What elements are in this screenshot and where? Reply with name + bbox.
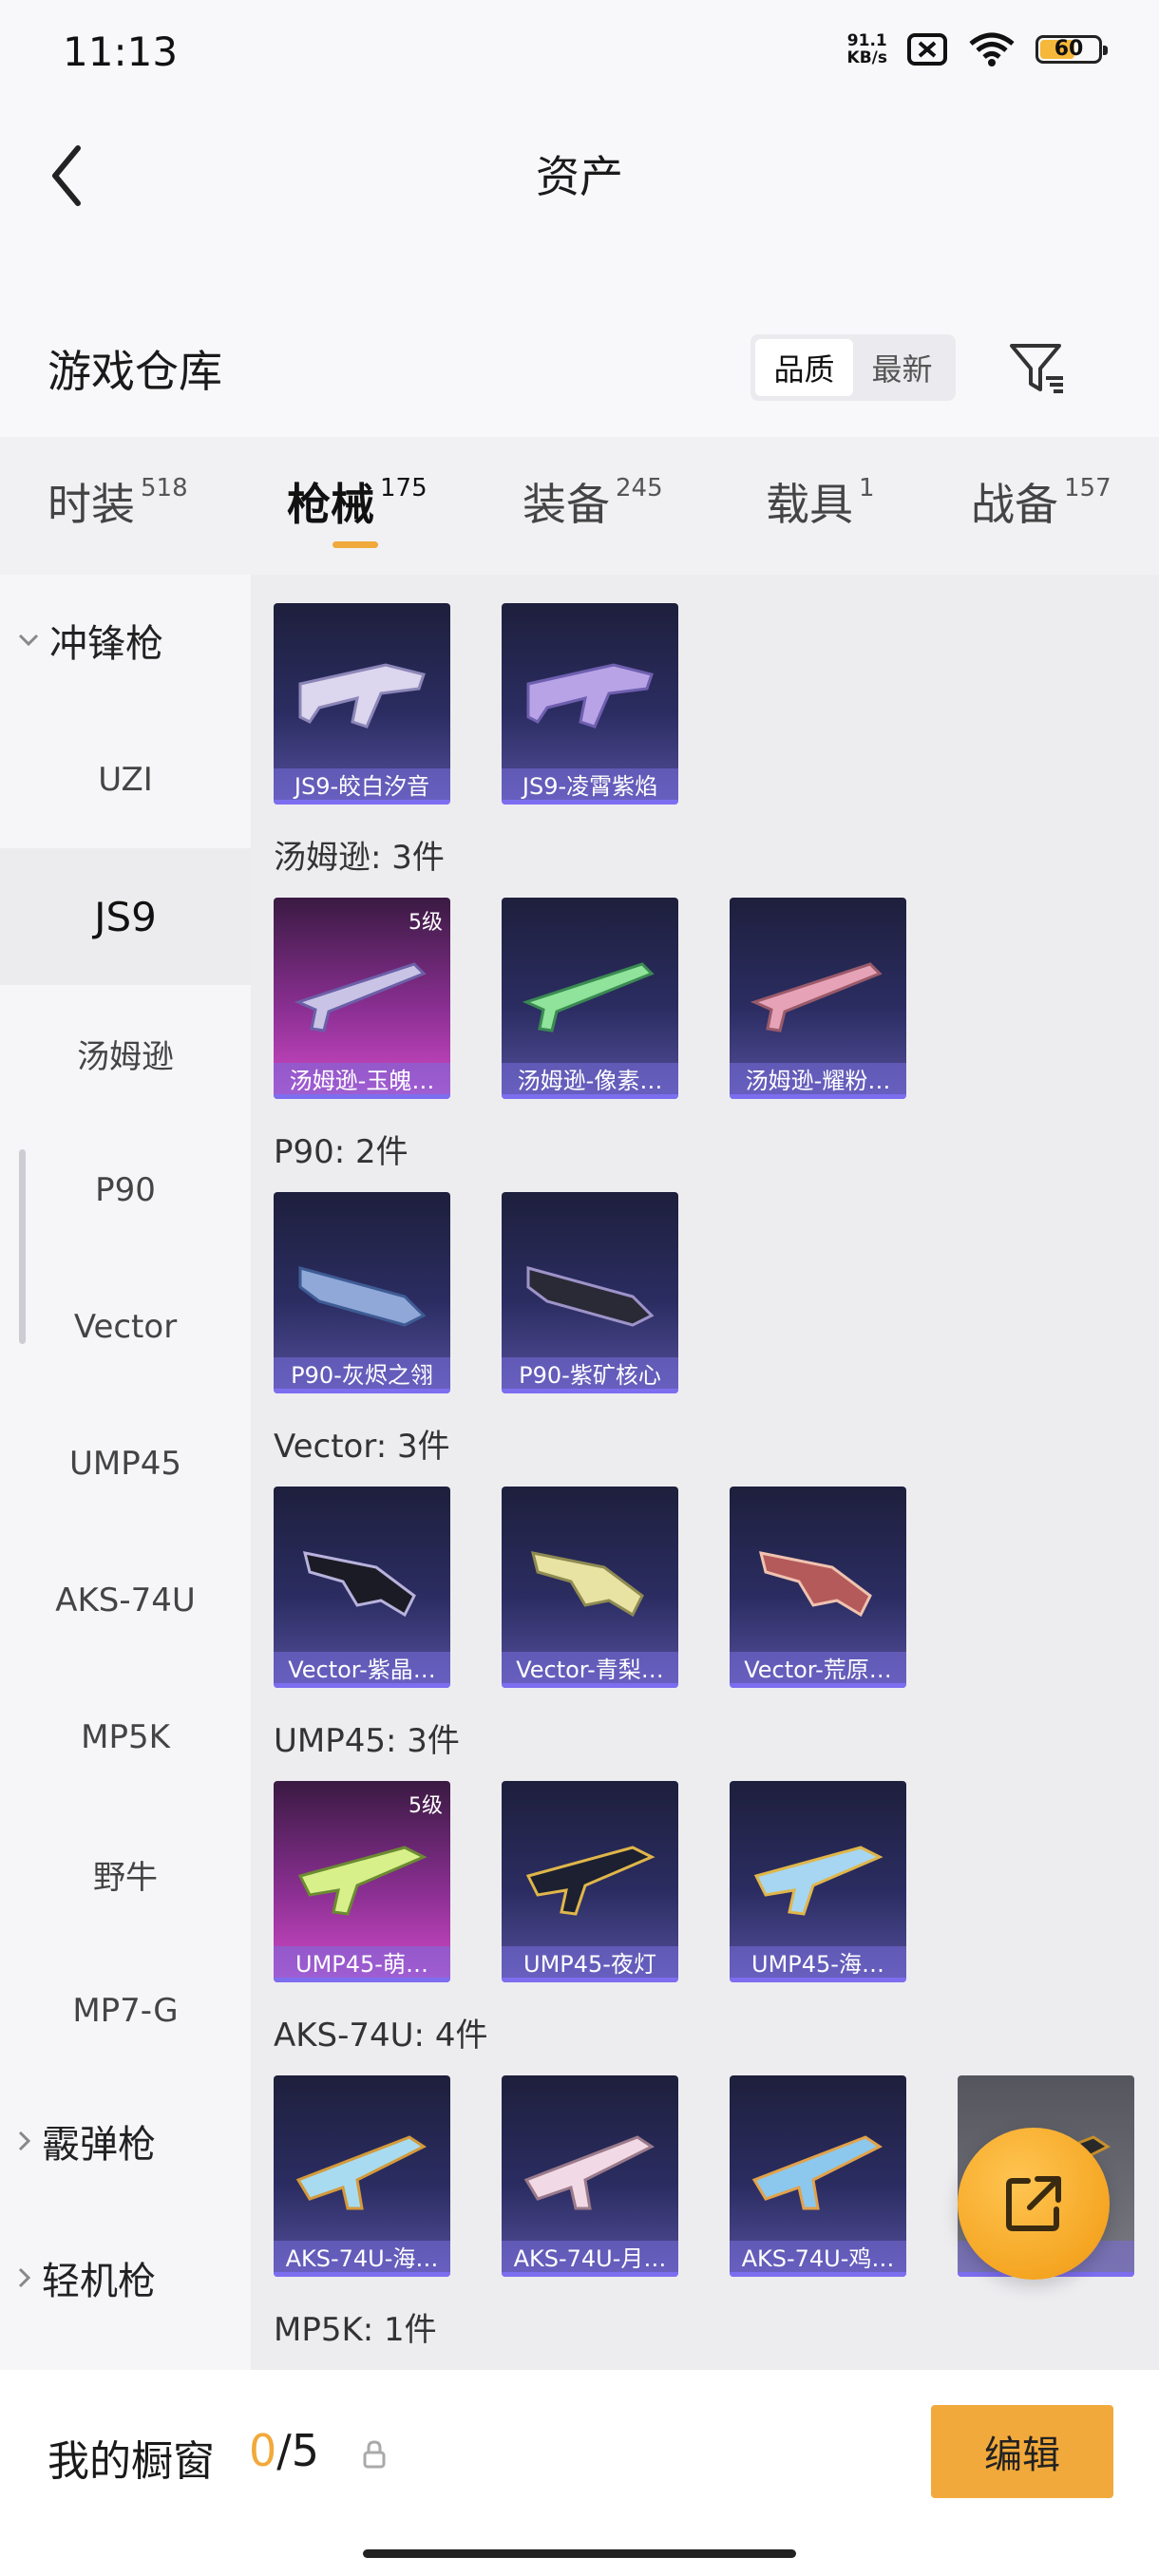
weapon-card[interactable]: AKS-74U-鸡… [730,2075,906,2277]
gun-skin-icon [751,2135,883,2210]
showcase-count: 0/5 [249,2425,320,2476]
weapon-card[interactable]: AKS-74U-海… [274,2075,450,2277]
weapon-card[interactable]: JS9-皎白汐音 [274,603,450,805]
weapon-card[interactable]: JS9-凌霄紫焰 [502,603,678,805]
tab-supplies[interactable]: 战备 157 [971,470,1112,533]
weapon-card[interactable]: P90-紫矿核心 [502,1192,678,1393]
weapon-type-sidebar: 冲锋枪 UZI JS9 汤姆逊 P90 Vector UMP45 AKS-74U… [0,575,251,2370]
sidebar-item-mp5k[interactable]: MP5K [0,1669,251,1806]
tab-fashion[interactable]: 时装 518 [48,470,188,533]
gun-skin-icon [522,962,655,1032]
level-badge: 5级 [408,1794,443,1818]
weapon-card[interactable]: 5级 汤姆逊-玉魄… [274,898,450,1099]
filter-button[interactable] [1002,332,1074,405]
gun-skin-icon [526,663,654,729]
weapon-card[interactable]: 汤姆逊-耀粉… [730,898,906,1099]
active-tab-indicator [332,541,378,548]
sidebar-group-smg[interactable]: 冲锋枪 [17,613,163,668]
weapon-card[interactable]: 汤姆逊-像素… [502,898,678,1099]
tab-firearms[interactable]: 枪械 175 [287,470,428,533]
group-label-p90: P90: 2件 [274,1133,408,1171]
gun-skin-icon [302,1551,416,1618]
sidebar-item-mp7g[interactable]: MP7-G [0,1942,251,2079]
group-label-mp5k: MP5K: 1件 [274,2311,437,2349]
warehouse-title: 游戏仓库 [48,346,222,397]
sidebar-item-js9[interactable]: JS9 [0,848,251,985]
sidebar-group-shotgun[interactable]: 霰弹枪 [17,2113,156,2169]
sidebar-item-ump45[interactable]: UMP45 [0,1395,251,1532]
gun-skin-icon [758,1551,872,1618]
sort-quality-button[interactable]: 品质 [755,339,853,396]
tab-equipment[interactable]: 装备 245 [522,470,663,533]
sidebar-group-lmg[interactable]: 轻机枪 [17,2250,156,2305]
chevron-right-icon [18,2267,31,2288]
weapon-card[interactable]: Vector-紫晶… [274,1487,450,1688]
gun-skin-icon [294,962,427,1032]
showcase-label: 我的橱窗 [48,2437,215,2486]
wifi-icon [969,32,1015,66]
weapon-card[interactable]: Vector-青梨… [502,1487,678,1688]
home-indicator[interactable] [363,2549,796,2558]
sort-newest-button[interactable]: 最新 [853,339,951,396]
weapon-card[interactable]: Vector-荒原… [730,1487,906,1688]
sidebar-item-vector[interactable]: Vector [0,1259,251,1395]
gun-skin-icon [298,1266,427,1327]
status-time: 11:13 [63,28,179,75]
level-badge: 5级 [408,911,443,935]
page-title: 资产 [536,151,623,202]
edit-button[interactable]: 编辑 [931,2405,1113,2498]
sidebar-item-bizon[interactable]: 野牛 [0,1806,251,1942]
sidebar-item-thompson[interactable]: 汤姆逊 [0,985,251,1122]
gun-skin-icon [297,1846,428,1916]
gun-skin-icon [750,962,883,1032]
sidebar-item-p90[interactable]: P90 [0,1122,251,1259]
weapon-card[interactable]: UMP45-夜灯 [502,1781,678,1982]
gun-skin-icon [298,663,426,729]
sidebar-item-aks74u[interactable]: AKS-74U [0,1532,251,1669]
gun-skin-icon [523,2135,655,2210]
battery-percent: 60 [1054,37,1084,61]
sidebar-item-uzi[interactable]: UZI [0,711,251,848]
filter-icon [1010,344,1063,393]
sim-off-icon [907,33,947,66]
status-icons: 91.1 KB/s 60 [846,30,1108,68]
chevron-down-icon [18,634,39,647]
weapon-card[interactable]: P90-灰烬之翎 [274,1192,450,1393]
share-external-icon [1006,2176,1061,2231]
lock-icon [361,2439,388,2473]
gun-skin-icon [295,2135,427,2210]
gun-skin-icon [753,1846,884,1916]
share-button[interactable] [958,2128,1110,2280]
sort-toggle: 品质 最新 [750,334,956,401]
group-label-thompson: 汤姆逊: 3件 [274,839,445,877]
group-label-vector: Vector: 3件 [274,1428,450,1466]
group-label-aks74u: AKS-74U: 4件 [274,2017,488,2055]
weapon-card[interactable]: UMP45-海… [730,1781,906,1982]
gun-skin-icon [525,1846,656,1916]
gun-skin-icon [530,1551,644,1618]
group-label-ump45: UMP45: 3件 [274,1722,460,1760]
chevron-right-icon [18,2131,31,2151]
tab-vehicles[interactable]: 载具 1 [766,470,875,533]
network-speed: 91.1 KB/s [846,31,887,67]
weapon-card[interactable]: AKS-74U-月… [502,2075,678,2277]
gun-skin-icon [526,1266,655,1327]
sidebar-scrollbar[interactable] [19,1149,26,1344]
weapon-grid: JS9-皎白汐音 JS9-凌霄紫焰 汤姆逊: 3件 5级 汤姆逊-玉魄… 汤姆逊… [251,575,1159,2370]
weapon-card[interactable]: 5级 UMP45-萌… [274,1781,450,1982]
battery-icon: 60 [1036,35,1108,64]
